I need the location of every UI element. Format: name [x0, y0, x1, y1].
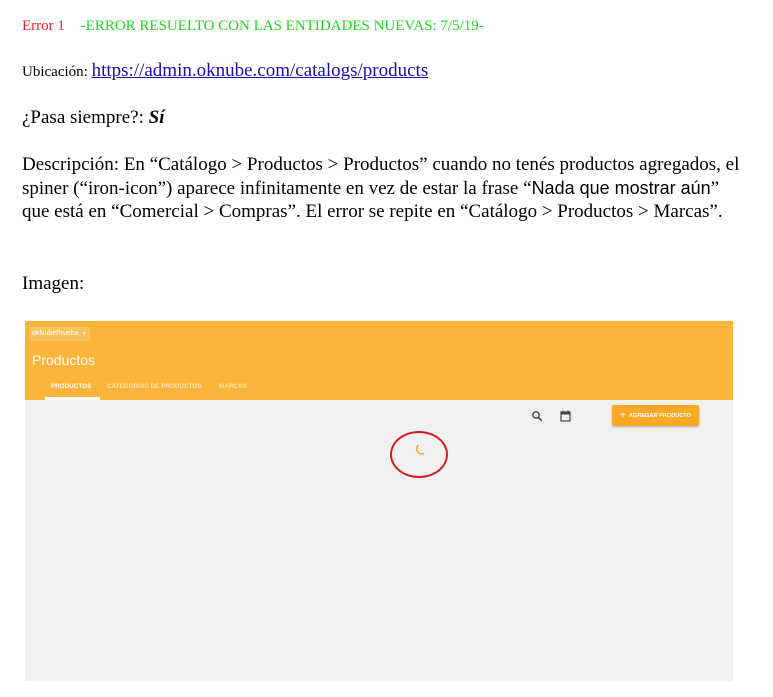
app-page-title: Productos — [32, 352, 96, 368]
chevron-down-icon: ▼ — [81, 331, 87, 337]
org-selector-label: okNubePrueba — [32, 330, 79, 337]
description-paragraph: Descripción: En “Catálogo > Productos > … — [22, 153, 742, 224]
tab-categorias[interactable]: CATEGORÍAS DE PRODUCTOS — [107, 383, 202, 390]
frequency-value: Sí — [148, 107, 165, 128]
highlight-circle — [390, 431, 448, 478]
active-tab-indicator — [45, 397, 100, 400]
error-line: Error 1 -ERROR RESUELTO CON LAS ENTIDADE… — [22, 18, 484, 35]
location-link[interactable]: https://admin.oknube.com/catalogs/produc… — [92, 60, 429, 81]
image-label: Imagen: — [22, 273, 85, 294]
org-selector[interactable]: okNubePrueba ▼ — [29, 327, 90, 341]
frequency-label: ¿Pasa siempre?: — [22, 107, 144, 128]
add-product-button[interactable]: + AGREGAR PRODUCTO — [612, 405, 699, 426]
frequency-line: ¿Pasa siempre?: Sí — [22, 107, 164, 129]
tab-productos[interactable]: PRODUCTOS — [51, 383, 91, 390]
plus-icon: + — [620, 410, 626, 421]
add-product-label: AGREGAR PRODUCTO — [628, 413, 691, 419]
location-line: Ubicación: https://admin.oknube.com/cata… — [22, 60, 428, 82]
error-status-note: -ERROR RESUELTO CON LAS ENTIDADES NUEVAS… — [80, 18, 484, 34]
app-screenshot: okNubePrueba ▼ Productos PRODUCTOS CATEGO… — [25, 321, 733, 681]
tab-marcas[interactable]: MARCAS — [219, 383, 247, 390]
calendar-icon[interactable] — [560, 410, 571, 422]
location-label: Ubicación: — [22, 64, 88, 80]
app-header: okNubePrueba ▼ Productos PRODUCTOS CATEGO… — [25, 321, 733, 400]
search-icon[interactable] — [531, 410, 543, 422]
description-empty-message: Nada que mostrar aún — [531, 177, 711, 198]
error-label: Error 1 — [22, 18, 65, 34]
